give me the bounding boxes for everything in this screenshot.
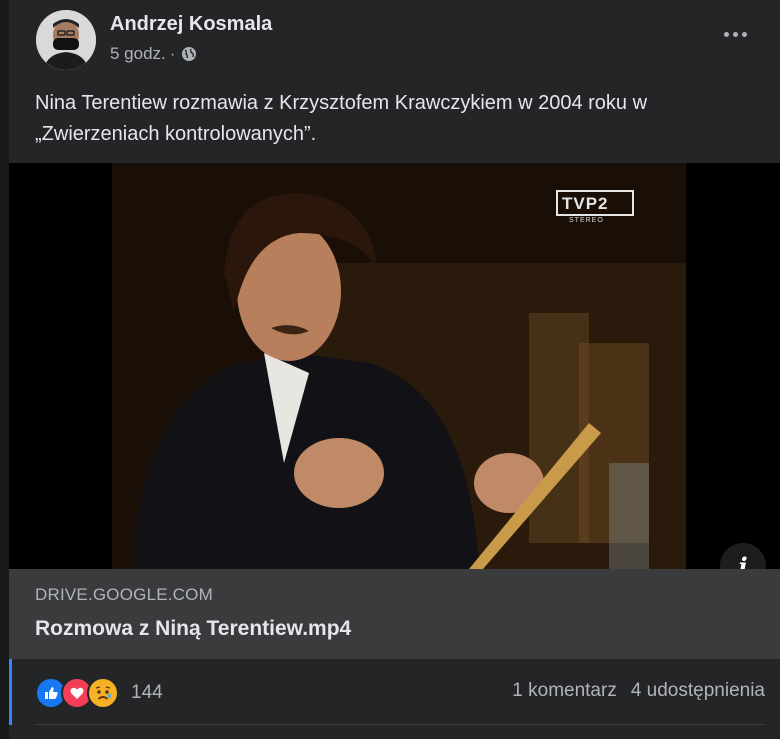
engagement-stats: 1 komentarz 4 udostępnienia xyxy=(512,680,765,702)
shares-count[interactable]: 4 udostępnienia xyxy=(631,680,765,702)
link-title[interactable]: Rozmowa z Niną Terentiew.mp4 xyxy=(35,617,351,641)
author-name[interactable]: Andrzej Kosmala xyxy=(110,13,272,36)
meta-separator: · xyxy=(169,44,176,63)
avatar[interactable] xyxy=(36,10,96,70)
more-dots-icon xyxy=(723,31,729,37)
globe-icon xyxy=(182,47,197,61)
post-meta: 5 godz. · xyxy=(110,44,197,64)
post-time[interactable]: 5 godz. xyxy=(110,44,166,64)
post-card: Andrzej Kosmala 5 godz. · Nina Terentiew… xyxy=(9,0,780,739)
divider xyxy=(35,724,765,725)
sad-icon xyxy=(87,677,119,709)
video-frame xyxy=(9,163,780,569)
video-player[interactable]: TVP2 STEREO xyxy=(9,163,780,569)
more-options-button[interactable] xyxy=(719,24,751,44)
reaction-count[interactable]: 144 xyxy=(131,682,163,704)
link-domain: DRIVE.GOOGLE.COM xyxy=(35,585,213,604)
post-text: Nina Terentiew rozmawia z Krzysztofem Kr… xyxy=(35,92,648,145)
comments-count[interactable]: 1 komentarz xyxy=(512,680,617,702)
reactions-summary[interactable]: 144 xyxy=(35,676,163,710)
tvp2-logo: TVP2 xyxy=(562,194,609,213)
focus-accent-bar xyxy=(9,659,12,725)
tvp2-stereo: STEREO xyxy=(569,217,604,224)
link-preview[interactable]: DRIVE.GOOGLE.COM Rozmowa z Niną Terentie… xyxy=(9,569,780,659)
